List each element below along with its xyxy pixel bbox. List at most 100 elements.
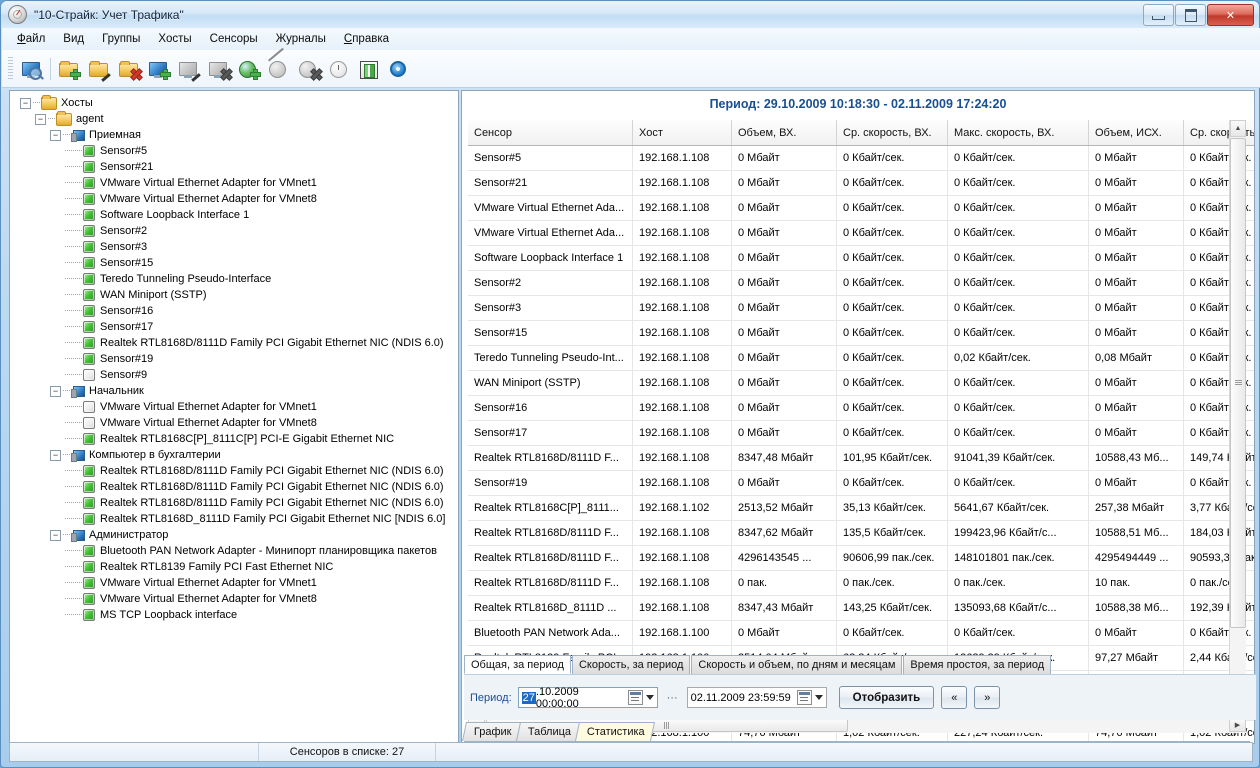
table-row[interactable]: Software Loopback Interface 1 192.168.1.1…	[468, 245, 1254, 271]
table-row[interactable]: Realtek RTL8168C[P]_8111... 192.168.1.102…	[468, 495, 1254, 521]
tree-item-sensor-18[interactable]: VMware Virtual Ethernet Adapter for VMne…	[12, 399, 458, 415]
tree-item-sensor-5[interactable]: VMware Virtual Ethernet Adapter for VMne…	[12, 191, 458, 207]
tree-item-sensor-6[interactable]: Software Loopback Interface 1	[12, 207, 458, 223]
tree-item-host-17[interactable]: − Начальник	[12, 383, 458, 399]
column-header-volume-in[interactable]: Объем, ВХ.	[731, 120, 837, 146]
close-button[interactable]: ✕	[1207, 4, 1254, 26]
tab-скорость-и-объем[interactable]: Скорость и объем, по дням и месяцам	[691, 655, 903, 674]
tree-item-sensor-9[interactable]: Sensor#15	[12, 255, 458, 271]
table-row[interactable]: Sensor#17 192.168.1.108 0 Мбайт 0 Кбайт/сек…	[468, 420, 1254, 446]
tree-item-sensor-14[interactable]: Realtek RTL8168D/8111D Family PCI Gigabi…	[12, 335, 458, 351]
column-header-avgspeed-in[interactable]: Ср. скорость, ВХ.	[836, 120, 948, 146]
date-to-value[interactable]: 02.11.2009 23:59:59	[691, 692, 791, 704]
tree-expander[interactable]: −	[50, 129, 61, 141]
date-from-rest[interactable]: .10.2009 00:00:00	[536, 686, 622, 710]
view-tab-таблица[interactable]: Таблица	[515, 722, 581, 741]
hosts-tree-panel[interactable]: − Хосты − agent − Приемная Sensor#5 Sensor#21 VM…	[9, 90, 459, 744]
tree-expander[interactable]: −	[50, 385, 61, 397]
report-button[interactable]	[354, 54, 384, 84]
table-row[interactable]: Sensor#5 192.168.1.108 0 Мбайт 0 Кбайт/сек.…	[468, 145, 1254, 171]
table-row[interactable]: Teredo Tunneling Pseudo-Int... 192.168.1.…	[468, 345, 1254, 371]
settings-button[interactable]	[384, 54, 414, 84]
scroll-up-button[interactable]: ▲	[1230, 120, 1246, 137]
maximize-button[interactable]	[1175, 4, 1206, 26]
tab-скорость-за-период[interactable]: Скорость, за период	[571, 655, 691, 674]
tree-item-sensor-20[interactable]: Realtek RTL8168C[P]_8111C[P] PCI-E Gigab…	[12, 431, 458, 447]
sensor-delete-button[interactable]	[294, 54, 324, 84]
table-row[interactable]: Realtek RTL8168D/8111D F... 192.168.1.108…	[468, 445, 1254, 471]
tree-item-sensor-4[interactable]: VMware Virtual Ethernet Adapter for VMne…	[12, 175, 458, 191]
tree-item-host-1[interactable]: − Приемная	[12, 127, 458, 143]
tree-item-sensor-11[interactable]: WAN Miniport (SSTP)	[12, 287, 458, 303]
tree-item-sensor-25[interactable]: Realtek RTL8168D_8111D Family PCI Gigabi…	[12, 511, 458, 527]
date-to-field[interactable]: 02.11.2009 23:59:59	[686, 687, 827, 708]
tree-item-host-26[interactable]: − Администратор	[12, 527, 458, 543]
tree-item-sensor-8[interactable]: Sensor#3	[12, 239, 458, 255]
menu-item-sensors[interactable]: Сенсоры	[201, 30, 267, 48]
view-tab-график[interactable]: График	[461, 722, 522, 741]
tree-item-sensor-16[interactable]: Sensor#9	[12, 367, 458, 383]
prev-period-button[interactable]: «	[941, 686, 968, 709]
sensor-add-button[interactable]	[234, 54, 264, 84]
menu-item-help[interactable]: Справка	[335, 30, 398, 48]
sensor-edit-button[interactable]	[264, 47, 294, 84]
date-from-selected-part[interactable]: 27	[521, 691, 536, 704]
minimize-button[interactable]	[1143, 4, 1174, 26]
tree-item-sensor-27[interactable]: Bluetooth PAN Network Adapter - Минипорт…	[12, 543, 458, 559]
tree-item-sensor-15[interactable]: Sensor#19	[12, 351, 458, 367]
vertical-scroll-thumb[interactable]	[1230, 138, 1246, 628]
table-row[interactable]: Realtek RTL8168D/8111D F... 192.168.1.108…	[468, 520, 1254, 546]
table-row[interactable]: Realtek RTL8168D/8111D F... 192.168.1.108…	[468, 570, 1254, 596]
host-add-button[interactable]	[144, 54, 174, 84]
view-tab-статистика[interactable]: Статистика	[574, 722, 655, 741]
tree-item-sensor-7[interactable]: Sensor#2	[12, 223, 458, 239]
host-delete-button[interactable]	[204, 54, 234, 84]
table-row[interactable]: Sensor#3 192.168.1.108 0 Мбайт 0 Кбайт/сек.…	[468, 295, 1254, 321]
host-edit-button[interactable]	[174, 54, 204, 84]
date-from-field[interactable]: 27.10.2009 00:00:00	[517, 686, 658, 710]
next-period-button[interactable]: »	[974, 686, 1001, 709]
column-header-sensor[interactable]: Сенсор	[468, 120, 633, 146]
tree-item-sensor-24[interactable]: Realtek RTL8168D/8111D Family PCI Gigabi…	[12, 495, 458, 511]
calendar-icon[interactable]	[628, 690, 643, 705]
table-row[interactable]: Realtek RTL8168D_8111D ... 192.168.1.108 8…	[468, 595, 1254, 621]
history-clock-button[interactable]	[324, 54, 354, 84]
folder-delete-button[interactable]	[114, 54, 144, 84]
folder-add-button[interactable]	[54, 54, 84, 84]
report-tabs[interactable]: Общая, за период Скорость, за период Ско…	[464, 654, 1250, 674]
folder-edit-button[interactable]	[84, 54, 114, 84]
tree-item-host-21[interactable]: − Компьютер в бухгалтерии	[12, 447, 458, 463]
search-monitor-button[interactable]	[17, 54, 47, 84]
table-row[interactable]: Sensor#21 192.168.1.108 0 Мбайт 0 Кбайт/сек…	[468, 170, 1254, 196]
table-row[interactable]: Sensor#2 192.168.1.108 0 Мбайт 0 Кбайт/сек.…	[468, 270, 1254, 296]
table-row[interactable]: Bluetooth PAN Network Ada... 192.168.1.10…	[468, 620, 1254, 646]
column-header-volume-out[interactable]: Объем, ИСХ.	[1088, 120, 1184, 146]
report-vertical-scrollbar[interactable]: ▲ ▼	[1229, 120, 1246, 717]
report-table[interactable]: Сенсор Хост Объем, ВХ. Ср. скорость, ВХ.…	[468, 120, 1254, 743]
tree-item-sensor-3[interactable]: Sensor#21	[12, 159, 458, 175]
tree-item-sensor-29[interactable]: VMware Virtual Ethernet Adapter for VMne…	[12, 575, 458, 591]
menu-item-hosts[interactable]: Хосты	[149, 30, 200, 48]
table-row[interactable]: Realtek RTL8168D/8111D F... 192.168.1.108…	[468, 545, 1254, 571]
chevron-down-icon-2[interactable]	[814, 695, 823, 700]
tab-время-простоя[interactable]: Время простоя, за период	[903, 655, 1052, 674]
table-row[interactable]: WAN Miniport (SSTP) 192.168.1.108 0 Мбайт 0…	[468, 370, 1254, 396]
table-row[interactable]: Sensor#15 192.168.1.108 0 Мбайт 0 Кбайт/сек…	[468, 320, 1254, 346]
chevron-down-icon[interactable]	[645, 695, 654, 700]
menu-item-logs[interactable]: Журналы	[267, 30, 335, 48]
menu-item-view[interactable]: Вид	[54, 30, 93, 48]
tree-item-folder-0[interactable]: − agent	[12, 110, 458, 127]
table-row[interactable]: Sensor#19 192.168.1.108 0 Мбайт 0 Кбайт/сек…	[468, 470, 1254, 496]
tree-item-sensor-2[interactable]: Sensor#5	[12, 143, 458, 159]
tree-expander[interactable]: −	[50, 449, 61, 461]
tree-item-sensor-10[interactable]: Teredo Tunneling Pseudo-Interface	[12, 271, 458, 287]
view-tabs[interactable]: График Таблица Статистика	[461, 720, 1250, 742]
column-header-host[interactable]: Хост	[632, 120, 732, 146]
column-header-maxspeed-in[interactable]: Макс. скорость, ВХ.	[947, 120, 1089, 146]
calendar-icon-2[interactable]	[796, 690, 812, 705]
tree-expander[interactable]: −	[50, 529, 61, 541]
table-row[interactable]: VMware Virtual Ethernet Ada...192.168.1.…	[468, 195, 1254, 221]
tree-item-sensor-30[interactable]: VMware Virtual Ethernet Adapter for VMne…	[12, 591, 458, 607]
tree-item-sensor-19[interactable]: VMware Virtual Ethernet Adapter for VMne…	[12, 415, 458, 431]
tree-expander[interactable]: −	[35, 113, 46, 125]
